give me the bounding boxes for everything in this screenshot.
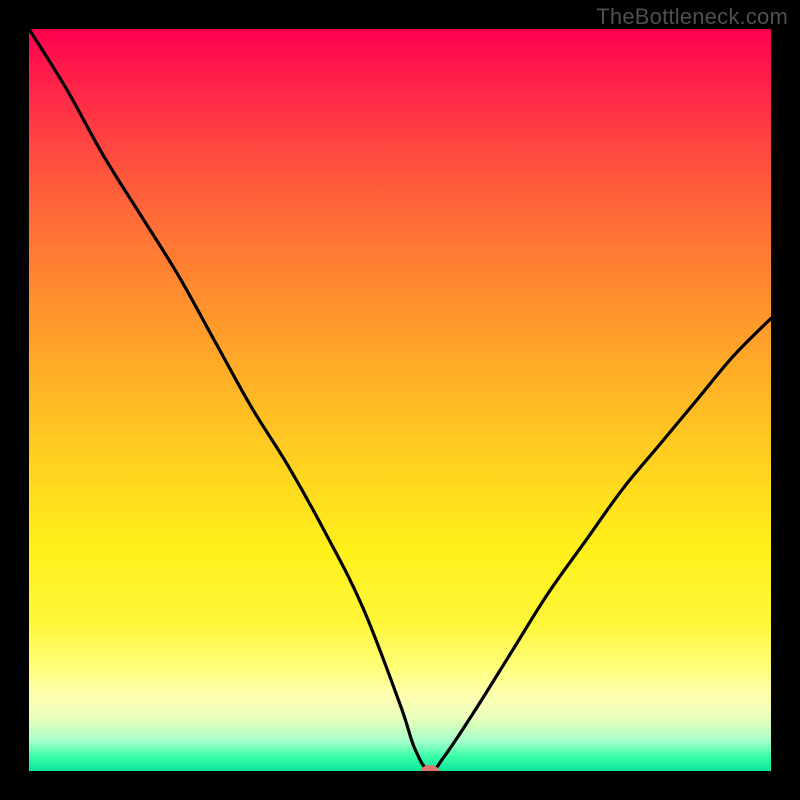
plot-area	[29, 29, 771, 771]
chart-frame: TheBottleneck.com	[0, 0, 800, 800]
bottleneck-curve	[29, 29, 771, 771]
watermark-text: TheBottleneck.com	[596, 4, 788, 30]
minimum-marker	[421, 765, 439, 771]
